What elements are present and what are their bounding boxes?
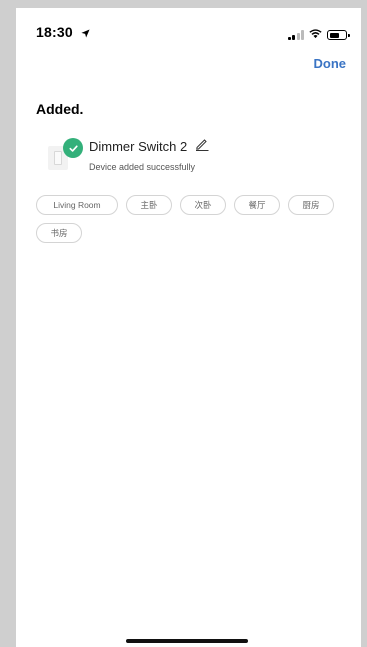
done-button[interactable]: Done: [314, 56, 347, 71]
room-chip-living-room[interactable]: Living Room: [36, 195, 118, 215]
pencil-edit-icon[interactable]: [195, 138, 209, 154]
check-icon: [63, 138, 83, 158]
device-status-text: Device added successfully: [89, 162, 196, 172]
location-arrow-icon: [81, 25, 90, 41]
room-chip-dining-room[interactable]: 餐厅: [234, 195, 280, 215]
battery-icon: [327, 30, 350, 40]
added-device-item: Dimmer Switch 2 Device added successfull…: [44, 132, 344, 184]
wifi-icon: [309, 26, 322, 44]
room-chip-list: Living Room 主卧 次卧 餐厅 厨房 书房: [36, 195, 346, 243]
status-bar: 18:30: [16, 8, 361, 48]
cellular-signal-icon: [287, 30, 304, 40]
home-indicator[interactable]: [126, 639, 248, 643]
page-title: Added.: [36, 101, 84, 117]
app-screen: 18:30 Done Added. Dimmer Switch 2 Device…: [16, 8, 361, 647]
status-time: 18:30: [36, 24, 90, 41]
room-chip-second-bedroom[interactable]: 次卧: [180, 195, 226, 215]
device-name-row: Dimmer Switch 2: [89, 138, 209, 154]
room-chip-kitchen[interactable]: 厨房: [288, 195, 334, 215]
room-chip-master-bedroom[interactable]: 主卧: [126, 195, 172, 215]
status-time-text: 18:30: [36, 24, 73, 40]
device-name: Dimmer Switch 2: [89, 138, 188, 154]
status-icons: [287, 26, 350, 44]
room-chip-study[interactable]: 书房: [36, 223, 82, 243]
